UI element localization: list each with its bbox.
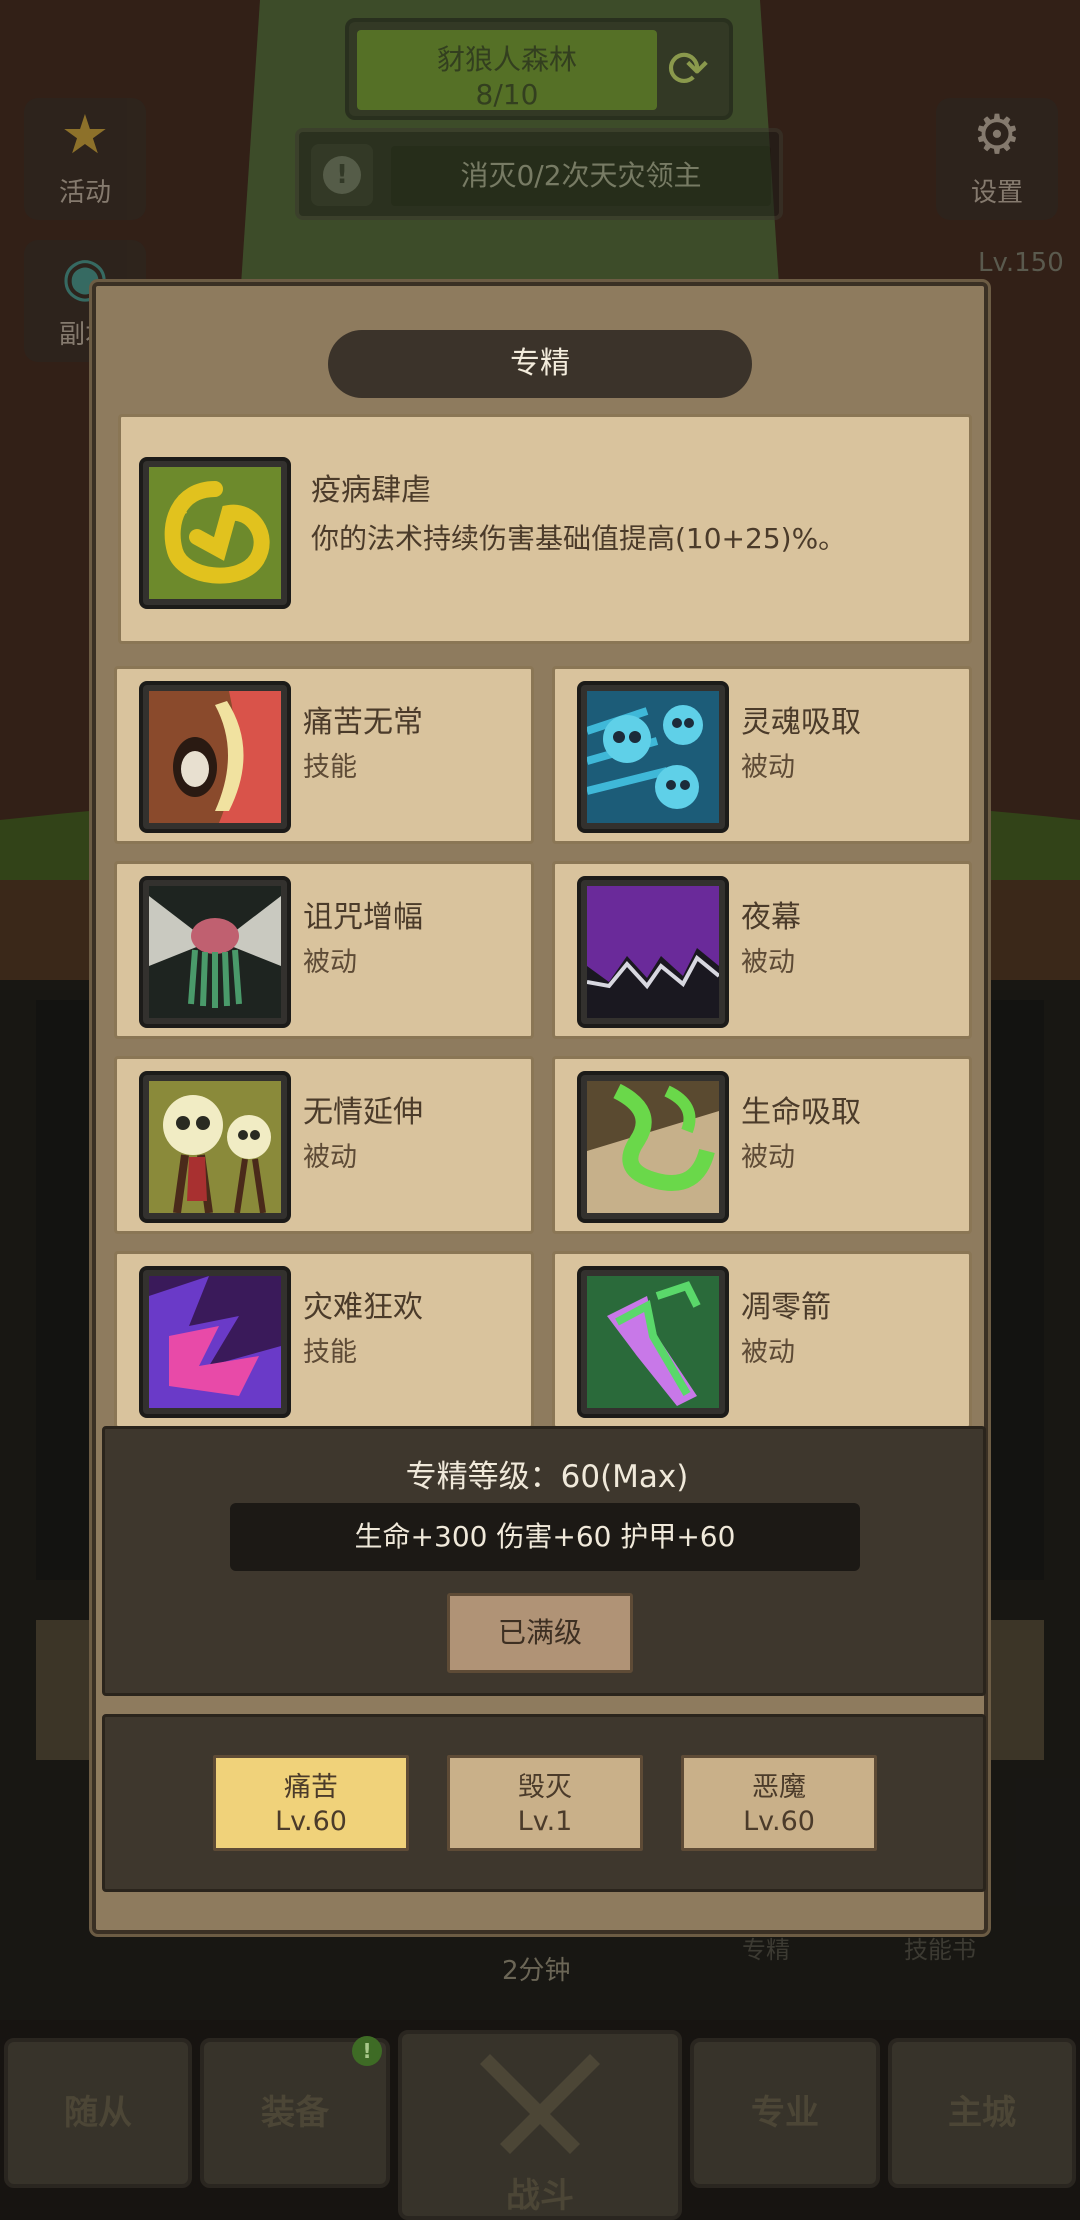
spec-name: 夜幕 xyxy=(741,900,801,935)
settings-button[interactable]: ⚙ 设置 xyxy=(936,98,1058,220)
tree-tab-level: Lv.60 xyxy=(743,1806,815,1837)
tree-tab-affliction[interactable]: 痛苦 Lv.60 xyxy=(213,1755,409,1851)
tree-tab-name: 痛苦 xyxy=(284,1772,338,1803)
specialization-modal: 专精 疫病肆虐 你的法术持续伤害基础值提高(10+25)%。 痛苦无常 技能 灵… xyxy=(92,282,988,1934)
spec-card[interactable]: 凋零箭 被动 xyxy=(552,1251,972,1429)
featured-spec-card[interactable]: 疫病肆虐 你的法术持续伤害基础值提高(10+25)%。 xyxy=(118,414,972,644)
quest-bar[interactable]: ! 消灭0/2次天灾领主 xyxy=(295,128,783,220)
nightfall-icon xyxy=(577,876,729,1028)
modal-title: 专精 xyxy=(328,330,752,398)
spec-type: 被动 xyxy=(741,947,795,978)
gear-icon: ⚙ xyxy=(972,103,1022,166)
spec-name: 痛苦无常 xyxy=(303,705,423,740)
notification-badge: ! xyxy=(352,2036,382,2066)
activity-button[interactable]: ★ 活动 xyxy=(24,98,146,220)
spec-card[interactable]: 诅咒增幅 被动 xyxy=(114,861,534,1039)
spec-card[interactable]: 生命吸取 被动 xyxy=(552,1056,972,1234)
timer-text: 2分钟 xyxy=(502,1956,571,1986)
zone-progress-bar: 豺狼人森林 8/10 xyxy=(357,30,657,111)
nav-followers[interactable]: 随从 xyxy=(4,2038,192,2188)
spec-tree-tabs: 痛苦 Lv.60 毁灭 Lv.1 恶魔 Lv.60 xyxy=(102,1714,986,1892)
curse-moth-icon xyxy=(139,876,291,1028)
zone-progress: 8/10 xyxy=(475,78,539,111)
spec-card[interactable]: 灵魂吸取 被动 xyxy=(552,666,972,844)
spec-type: 被动 xyxy=(303,1142,357,1173)
chaos-revel-icon xyxy=(139,1266,291,1418)
star-icon: ★ xyxy=(60,103,110,166)
skulls-icon xyxy=(577,681,729,833)
spec-type: 技能 xyxy=(303,1337,357,1368)
skillbook-label[interactable]: 技能书 xyxy=(904,1930,976,1965)
tree-tab-name: 毁灭 xyxy=(518,1772,572,1803)
spec-card[interactable]: 灾难狂欢 技能 xyxy=(114,1251,534,1429)
spec-shortcut-label[interactable]: 专精 xyxy=(742,1930,790,1965)
wither-bolt-icon xyxy=(577,1266,729,1418)
spec-type: 被动 xyxy=(741,1142,795,1173)
tree-tab-name: 恶魔 xyxy=(752,1772,806,1803)
screaming-face-icon xyxy=(139,681,291,833)
spec-type: 被动 xyxy=(303,947,357,978)
zone-name: 豺狼人森林 xyxy=(436,43,577,76)
spec-name: 无情延伸 xyxy=(303,1095,423,1130)
featured-spec-name: 疫病肆虐 xyxy=(311,473,431,508)
spec-name: 诅咒增幅 xyxy=(303,900,423,935)
spec-card[interactable]: 痛苦无常 技能 xyxy=(114,666,534,844)
featured-spec-description: 你的法术持续伤害基础值提高(10+25)%。 xyxy=(311,522,847,555)
spec-name: 生命吸取 xyxy=(741,1095,861,1130)
spec-bonus-text: 生命+300 伤害+60 护甲+60 xyxy=(230,1503,860,1571)
spec-name: 灾难狂欢 xyxy=(303,1290,423,1325)
spec-card[interactable]: 夜幕 被动 xyxy=(552,861,972,1039)
plague-swirl-icon xyxy=(139,457,291,609)
spec-card[interactable]: 无情延伸 被动 xyxy=(114,1056,534,1234)
nav-battle-label: 战斗 xyxy=(506,2176,574,2216)
spec-type: 被动 xyxy=(741,1337,795,1368)
quest-alert-icon: ! xyxy=(311,144,373,206)
tree-tab-destruction[interactable]: 毁灭 Lv.1 xyxy=(447,1755,643,1851)
quest-text: 消灭0/2次天灾领主 xyxy=(391,146,771,206)
spec-level-panel: 专精等级：60(Max) 生命+300 伤害+60 护甲+60 已满级 xyxy=(102,1426,986,1696)
maxed-button[interactable]: 已满级 xyxy=(447,1593,633,1673)
twin-skulls-icon xyxy=(139,1071,291,1223)
player-level: Lv.150 xyxy=(978,248,1064,278)
activity-label: 活动 xyxy=(58,178,111,208)
spec-type: 技能 xyxy=(303,752,357,783)
settings-label: 设置 xyxy=(970,178,1023,208)
tree-tab-demonology[interactable]: 恶魔 Lv.60 xyxy=(681,1755,877,1851)
spec-name: 灵魂吸取 xyxy=(741,705,861,740)
nav-battle[interactable]: 战斗 xyxy=(398,2030,682,2220)
tree-tab-level: Lv.1 xyxy=(517,1806,573,1837)
life-drain-icon xyxy=(577,1071,729,1223)
spec-type: 被动 xyxy=(741,752,795,783)
spec-name: 凋零箭 xyxy=(741,1290,831,1325)
spec-level-text: 专精等级：60(Max) xyxy=(405,1459,689,1495)
refresh-icon[interactable]: ⟳ xyxy=(657,36,719,102)
nav-main-city[interactable]: 主城 xyxy=(888,2038,1076,2188)
tree-tab-level: Lv.60 xyxy=(275,1806,347,1837)
zone-banner[interactable]: 豺狼人森林 8/10 ⟳ xyxy=(345,18,733,120)
nav-profession[interactable]: 专业 xyxy=(690,2038,880,2188)
crossed-swords-icon xyxy=(480,2054,600,2154)
